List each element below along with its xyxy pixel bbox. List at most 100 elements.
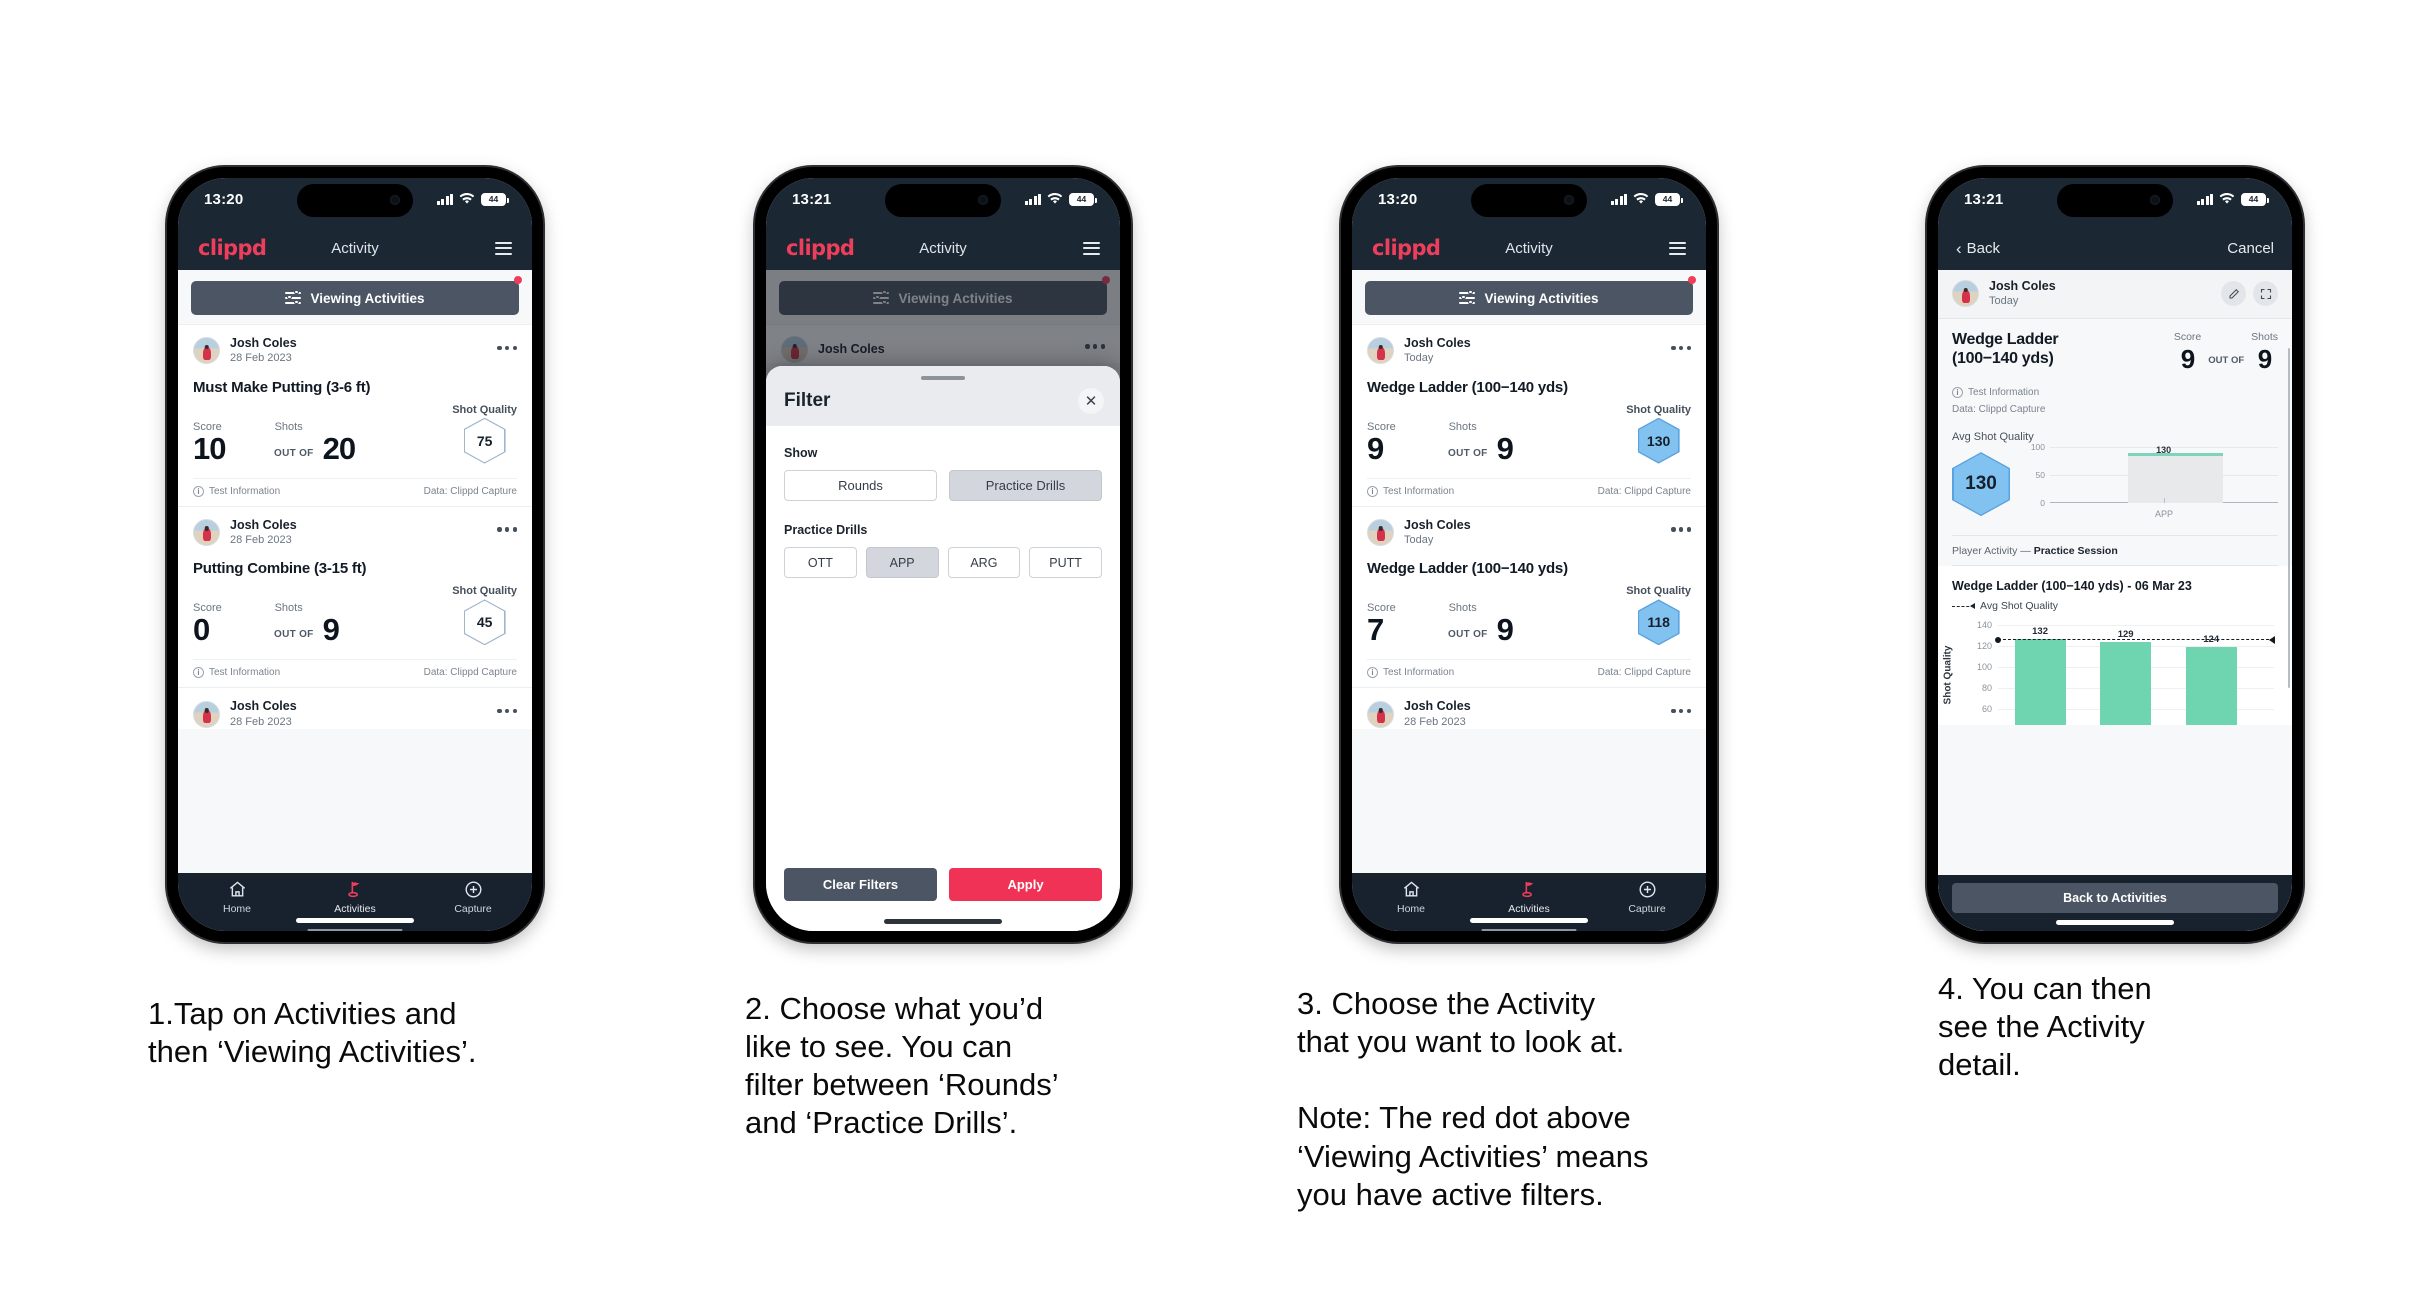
viewing-activities-button[interactable]: Viewing Activities [191,281,519,315]
more-options-icon[interactable] [1671,345,1691,356]
user-info: Josh Coles Today [1404,518,1471,548]
filter-option-practice-drills[interactable]: Practice Drills [949,470,1102,501]
activity-card[interactable]: Josh Coles 28 Feb 2023 [1352,687,1706,729]
vertical-scrollbar[interactable] [2287,348,2290,688]
activity-card[interactable]: Josh Coles 28 Feb 2023 Putting Combine (… [178,505,532,688]
card-footer: i Test Information Data: Clippd Capture [193,477,517,506]
menu-icon[interactable] [1083,241,1100,255]
tab-capture[interactable]: Capture [414,880,532,915]
tutorial-stage: 13:20 44 clippd Activity Viewing Activit… [0,0,2423,1303]
score-column: Score 10 [193,421,265,464]
wifi-icon [1633,193,1649,204]
activity-card[interactable]: Josh Coles 28 Feb 2023 Must Make Putting… [178,324,532,506]
info-icon[interactable]: i [193,485,204,497]
more-options-icon[interactable] [1671,709,1691,719]
filter-option-ott[interactable]: OTT [784,547,857,578]
activity-title: Putting Combine (3-15 ft) [193,560,367,578]
player-activity-prefix: Player Activity — [1952,545,2034,558]
clippd-logo[interactable]: clippd [786,236,855,260]
user-name: Josh Coles [1404,336,1471,350]
pencil-icon[interactable] [2221,281,2246,307]
tab-activities[interactable]: Activities [1470,880,1588,915]
tab-home-label: Home [1396,903,1425,915]
more-options-icon[interactable] [1671,527,1691,537]
detail-actions [2214,281,2278,307]
activity-card[interactable]: Josh Coles 28 Feb 2023 [178,687,532,729]
score-value: 10 [193,430,226,466]
shot-quality-column: Shot Quality 130 [1626,404,1691,464]
clippd-logo[interactable]: clippd [1372,236,1441,260]
activity-card[interactable]: Josh Coles Today Wedge Ladder (100−140 y… [1352,505,1706,688]
outof-wrap: OUT OF [1439,624,1497,645]
filter-option-rounds[interactable]: Rounds [784,470,937,501]
shot-quality-bar-chart: Shot Quality 140 120 100 80 60 132 129 1… [1943,620,2278,726]
tab-home[interactable]: Home [178,880,296,915]
fullscreen-icon[interactable] [2253,281,2278,307]
active-filter-dot [514,276,522,284]
chart-bar [2014,639,2066,726]
more-options-icon[interactable] [497,527,517,537]
filter-icon [285,289,302,306]
outof-wrap: OUT OF [265,624,323,645]
apply-button[interactable]: Apply [949,868,1102,901]
test-information-label: Test Information [209,485,281,497]
cancel-button[interactable]: Cancel [2227,240,2274,257]
viewing-bar-wrapper: Viewing Activities [1352,270,1706,324]
player-activity-bar: Player Activity — Practice Session [1952,535,2278,565]
chart-ytick: 100 [1976,662,1992,673]
avatar [193,700,220,728]
clippd-logo[interactable]: clippd [198,236,267,260]
shot-quality-chart-section: Wedge Ladder (100−140 yds) - 06 Mar 23 A… [1938,566,2292,726]
card-header: Josh Coles 28 Feb 2023 [1367,699,1691,729]
tab-activities[interactable]: Activities [296,880,414,915]
card-stats: Score 0 OUT OF Shots 9 Shot Quality 45 [193,579,517,659]
user-name: Josh Coles [230,699,297,714]
tab-home[interactable]: Home [1352,880,1470,915]
more-options-icon[interactable] [497,345,517,356]
more-options-icon[interactable] [497,709,517,719]
app-body: Josh Coles Today Wedge Ladder (100−140 y… [1938,270,2292,931]
drag-handle[interactable] [921,376,965,380]
data-source-label: Data: Clippd Capture [423,667,517,679]
mini-ytick: 50 [2035,470,2045,481]
menu-icon[interactable] [495,241,512,255]
activity-date: 28 Feb 2023 [230,715,292,728]
shots-column: Shots 9 [1449,602,1593,645]
activity-card[interactable]: Josh Coles Today Wedge Ladder (100−140 y… [1352,324,1706,506]
score-value: 9 [1367,430,1384,466]
caption-step-3: 3. Choose the Activity that you want to … [1297,986,1649,1212]
activity-date: Today [1989,295,2019,308]
filter-option-app[interactable]: APP [865,547,939,578]
home-indicator[interactable] [296,918,414,923]
viewing-activities-button[interactable]: Viewing Activities [1365,281,1693,315]
info-icon[interactable]: i [193,667,204,679]
card-header: Josh Coles Today [1367,336,1691,366]
back-button[interactable]: ‹ Back [1956,240,2000,257]
drill-options: OTT APP ARG PUTT [784,547,1102,578]
card-stats: Score 9 OUT OF Shots 9 Shot Quality 130 [1367,398,1691,478]
wifi-icon [2219,193,2235,204]
user-info: Josh Coles 28 Feb 2023 [1404,699,1471,729]
home-indicator[interactable] [884,919,1002,924]
home-icon [1403,881,1419,897]
page-title: Activity [1505,239,1553,257]
tab-capture[interactable]: Capture [1588,880,1706,915]
test-information-label: Test Information [1383,485,1455,497]
home-indicator[interactable] [2056,920,2174,925]
info-icon[interactable]: i [1367,667,1378,679]
data-source-label: Data: Clippd Capture [1952,403,2046,415]
tab-home-label: Home [222,903,251,915]
info-icon[interactable]: i [1367,485,1378,497]
filter-option-putt[interactable]: PUTT [1029,547,1102,578]
home-indicator[interactable] [1470,918,1588,923]
menu-icon[interactable] [1669,241,1686,255]
close-icon[interactable]: ✕ [1078,388,1104,414]
info-icon[interactable]: i [1952,387,1963,399]
detail-summary: Wedge Ladder (100−140 yds) Score 9 OUT O… [1938,318,2292,567]
cellular-signal-icon [1610,193,1627,205]
data-source-label: Data: Clippd Capture [423,485,517,497]
clear-filters-button[interactable]: Clear Filters [784,868,937,901]
back-to-activities-button[interactable]: Back to Activities [1952,883,2278,913]
filter-option-arg[interactable]: ARG [947,547,1021,578]
screen: 13:20 44 clippd Activity Viewing Activit… [1352,178,1706,931]
